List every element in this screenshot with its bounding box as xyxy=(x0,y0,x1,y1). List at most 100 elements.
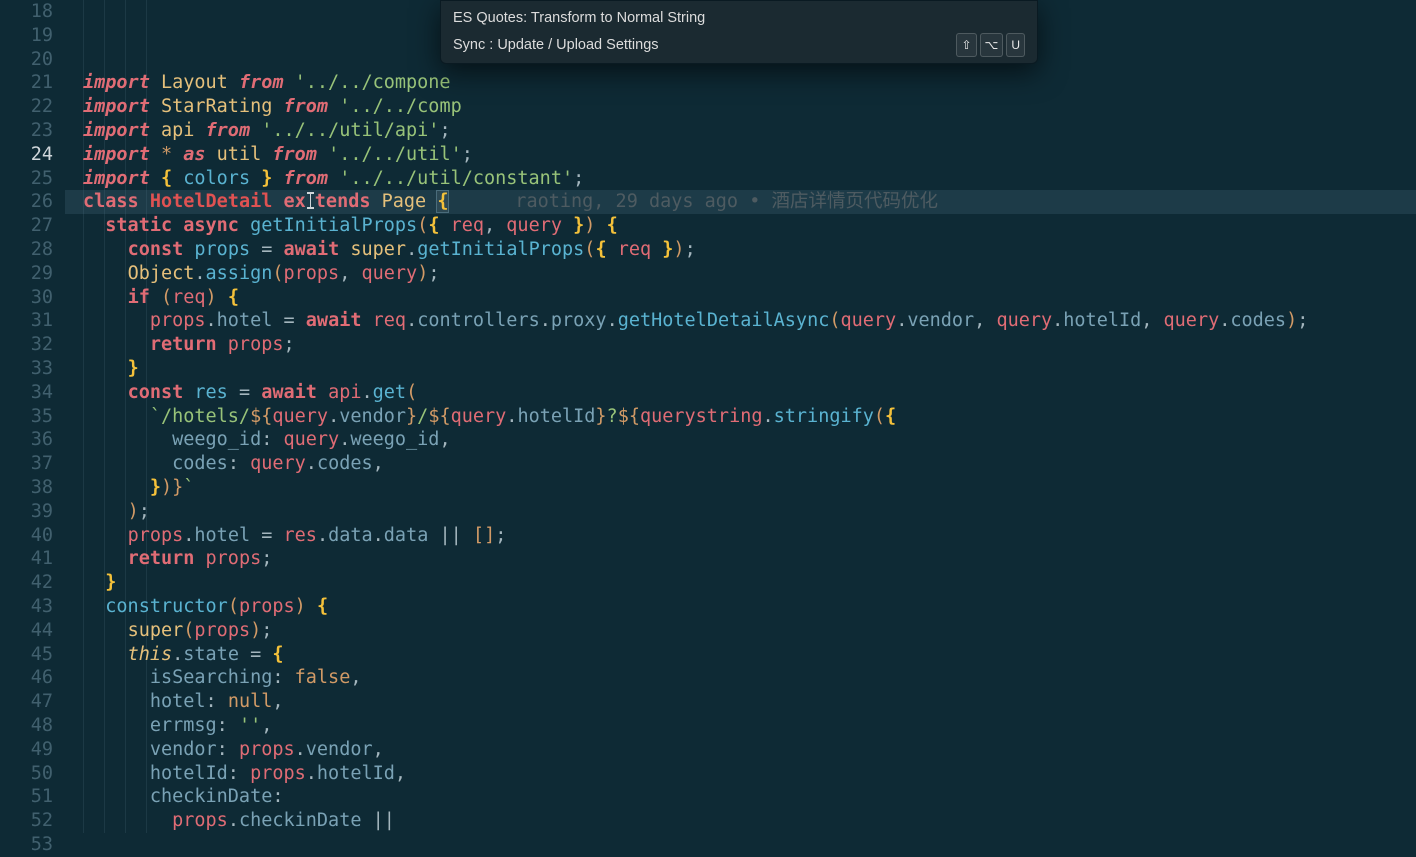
token: , xyxy=(272,691,283,712)
token xyxy=(317,382,328,403)
code-line[interactable]: static async getInitialProps({ req, quer… xyxy=(65,214,1416,238)
code-line[interactable]: import * as util from '../../util'; xyxy=(65,143,1416,167)
command-palette[interactable]: ES Quotes: Transform to Normal StringSyn… xyxy=(440,0,1038,64)
code-line[interactable]: import Layout from '../../compone xyxy=(65,71,1416,95)
token xyxy=(228,715,239,736)
token: query xyxy=(451,406,507,427)
code-line[interactable]: props.hotel = res.data.data || []; xyxy=(65,524,1416,548)
code-line[interactable]: super(props); xyxy=(65,619,1416,643)
token xyxy=(83,739,150,760)
token: ; xyxy=(284,334,295,355)
token: props xyxy=(128,525,184,546)
kbd-key: ⇧ xyxy=(956,33,976,57)
code-line[interactable]: const res = await api.get( xyxy=(65,381,1416,405)
code-line[interactable]: import api from '../../util/api'; xyxy=(65,119,1416,143)
line-number: 28 xyxy=(0,238,65,262)
token xyxy=(150,120,161,141)
token: , xyxy=(373,453,384,474)
token: , xyxy=(350,667,361,688)
token xyxy=(194,548,205,569)
code-line[interactable]: class HotelDetail extends Page { raoting… xyxy=(65,190,1416,214)
token: , xyxy=(261,715,272,736)
token: ( xyxy=(161,287,172,308)
line-number: 48 xyxy=(0,714,65,738)
code-line[interactable]: errmsg: '', xyxy=(65,714,1416,738)
code-line[interactable]: import StarRating from '../../comp xyxy=(65,95,1416,119)
token: / xyxy=(417,406,428,427)
code-line[interactable]: `/hotels/${query.vendor}/${query.hotelId… xyxy=(65,405,1416,429)
token: ; xyxy=(495,525,506,546)
token: ) xyxy=(206,287,217,308)
token: async xyxy=(183,215,239,236)
code-line[interactable]: isSearching: false, xyxy=(65,666,1416,690)
token xyxy=(150,72,161,93)
token: checkinDate xyxy=(150,786,273,807)
code-line[interactable]: ); xyxy=(65,500,1416,524)
token xyxy=(239,644,250,665)
token xyxy=(250,239,261,260)
token: ( xyxy=(406,382,417,403)
token: false xyxy=(295,667,351,688)
code-line[interactable]: Object.assign(props, query); xyxy=(65,262,1416,286)
code-line[interactable]: props.hotel = await req.controllers.prox… xyxy=(65,309,1416,333)
code-line[interactable]: this.state = { xyxy=(65,643,1416,667)
token: . xyxy=(406,310,417,331)
token: ` xyxy=(183,477,194,498)
token: hotelId xyxy=(517,406,595,427)
code-line[interactable]: weego_id: query.weego_id, xyxy=(65,428,1416,452)
token: ; xyxy=(573,168,584,189)
token: ; xyxy=(261,620,272,641)
code-line[interactable]: return props; xyxy=(65,333,1416,357)
token xyxy=(272,310,283,331)
code-line[interactable]: } xyxy=(65,357,1416,381)
line-number: 25 xyxy=(0,167,65,191)
code-line[interactable]: })}` xyxy=(65,476,1416,500)
code-line[interactable]: import { colors } from '../../util/const… xyxy=(65,167,1416,191)
code-line[interactable]: hotelId: props.hotelId, xyxy=(65,762,1416,786)
code-line[interactable]: checkinDate: xyxy=(65,785,1416,809)
code-line[interactable]: } xyxy=(65,571,1416,595)
token: } xyxy=(105,572,116,593)
token xyxy=(83,810,172,831)
token xyxy=(317,144,328,165)
line-number-gutter: 1819202122232425262728293031323334353637… xyxy=(0,0,65,857)
token xyxy=(607,239,618,260)
token: , xyxy=(974,310,985,331)
token: '../../compone xyxy=(295,72,451,93)
code-line[interactable]: vendor: props.vendor, xyxy=(65,738,1416,762)
line-number: 41 xyxy=(0,547,65,571)
line-number: 33 xyxy=(0,357,65,381)
token xyxy=(83,572,105,593)
palette-item[interactable]: ES Quotes: Transform to Normal String xyxy=(441,5,1037,31)
code-editor[interactable]: 1819202122232425262728293031323334353637… xyxy=(0,0,1416,843)
token: . xyxy=(896,310,907,331)
token: . xyxy=(306,763,317,784)
token: state xyxy=(183,644,239,665)
token: . xyxy=(172,644,183,665)
code-line[interactable]: hotel: null, xyxy=(65,690,1416,714)
token: query xyxy=(250,453,306,474)
token xyxy=(239,453,250,474)
token: ) xyxy=(1286,310,1297,331)
token: [ xyxy=(473,525,484,546)
line-number: 34 xyxy=(0,381,65,405)
token: = xyxy=(261,239,272,260)
token: ${ xyxy=(428,406,450,427)
code-line[interactable]: codes: query.codes, xyxy=(65,452,1416,476)
token xyxy=(83,382,128,403)
code-line[interactable]: return props; xyxy=(65,547,1416,571)
line-number: 35 xyxy=(0,405,65,429)
token xyxy=(239,763,250,784)
token: static xyxy=(105,215,172,236)
code-area[interactable]: import Layout from '../../componeimport … xyxy=(65,0,1416,833)
palette-item[interactable]: Sync : Update / Upload Settings⇧⌥U xyxy=(441,31,1037,59)
code-line[interactable]: props.checkinDate || xyxy=(65,809,1416,833)
token: proxy xyxy=(551,310,607,331)
line-number: 46 xyxy=(0,666,65,690)
token: } xyxy=(662,239,673,260)
token xyxy=(139,191,150,212)
code-line[interactable]: const props = await super.getInitialProp… xyxy=(65,238,1416,262)
code-line[interactable]: constructor(props) { xyxy=(65,595,1416,619)
code-line[interactable]: if (req) { xyxy=(65,286,1416,310)
line-number: 21 xyxy=(0,71,65,95)
